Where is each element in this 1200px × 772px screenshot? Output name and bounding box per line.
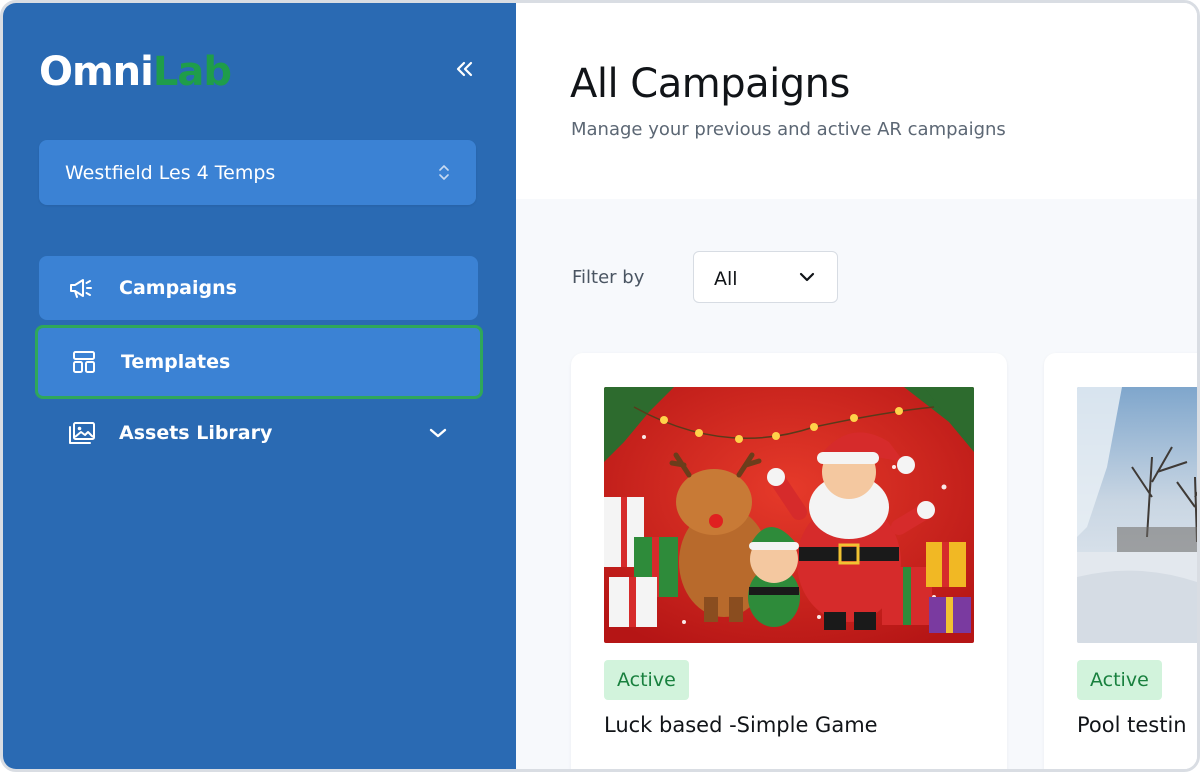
chevron-down-icon (799, 272, 815, 282)
sidebar-item-templates[interactable]: Templates (35, 325, 483, 399)
images-icon (67, 418, 97, 448)
campaign-card[interactable]: Active Pool testin (1044, 353, 1197, 769)
campaign-title: Luck based -Simple Game (604, 713, 878, 737)
page-header: All Campaigns Manage your previous and a… (516, 3, 1197, 199)
megaphone-icon (67, 273, 97, 303)
sidebar-item-assets-library[interactable]: Assets Library (39, 401, 478, 465)
sidebar-item-label: Templates (121, 351, 231, 373)
chevron-down-icon[interactable] (428, 423, 448, 443)
double-chevron-left-icon (456, 61, 473, 77)
organization-selector[interactable]: Westfield Les 4 Temps (39, 140, 476, 205)
main-content: All Campaigns Manage your previous and a… (516, 3, 1197, 769)
sidebar-item-label: Assets Library (119, 422, 273, 444)
omnilab-logo: OmniLab (39, 49, 232, 95)
status-badge: Active (604, 660, 689, 700)
campaign-thumbnail (1077, 387, 1197, 643)
filter-value: All (714, 268, 738, 290)
filter-dropdown[interactable]: All (693, 251, 838, 303)
campaign-title: Pool testin (1077, 713, 1187, 737)
filter-label: Filter by (572, 267, 645, 288)
collapse-sidebar-button[interactable] (453, 55, 477, 83)
campaign-thumbnail (604, 387, 974, 643)
logo-omni: Omni (39, 49, 154, 95)
page-subtitle: Manage your previous and active AR campa… (571, 119, 1006, 140)
app-window: OmniLab Westfield Les 4 Temps Campaigns … (0, 0, 1200, 772)
up-down-chevron-icon (438, 164, 450, 181)
status-badge: Active (1077, 660, 1162, 700)
logo-lab: Lab (152, 49, 232, 95)
sidebar-item-label: Campaigns (119, 277, 237, 299)
campaign-card[interactable]: Active Luck based -Simple Game (571, 353, 1007, 769)
page-title: All Campaigns (570, 61, 850, 107)
sidebar: OmniLab Westfield Les 4 Temps Campaigns … (3, 3, 516, 769)
organization-name: Westfield Les 4 Temps (65, 161, 276, 184)
sidebar-item-campaigns[interactable]: Campaigns (39, 256, 478, 320)
layout-template-icon (69, 347, 99, 377)
